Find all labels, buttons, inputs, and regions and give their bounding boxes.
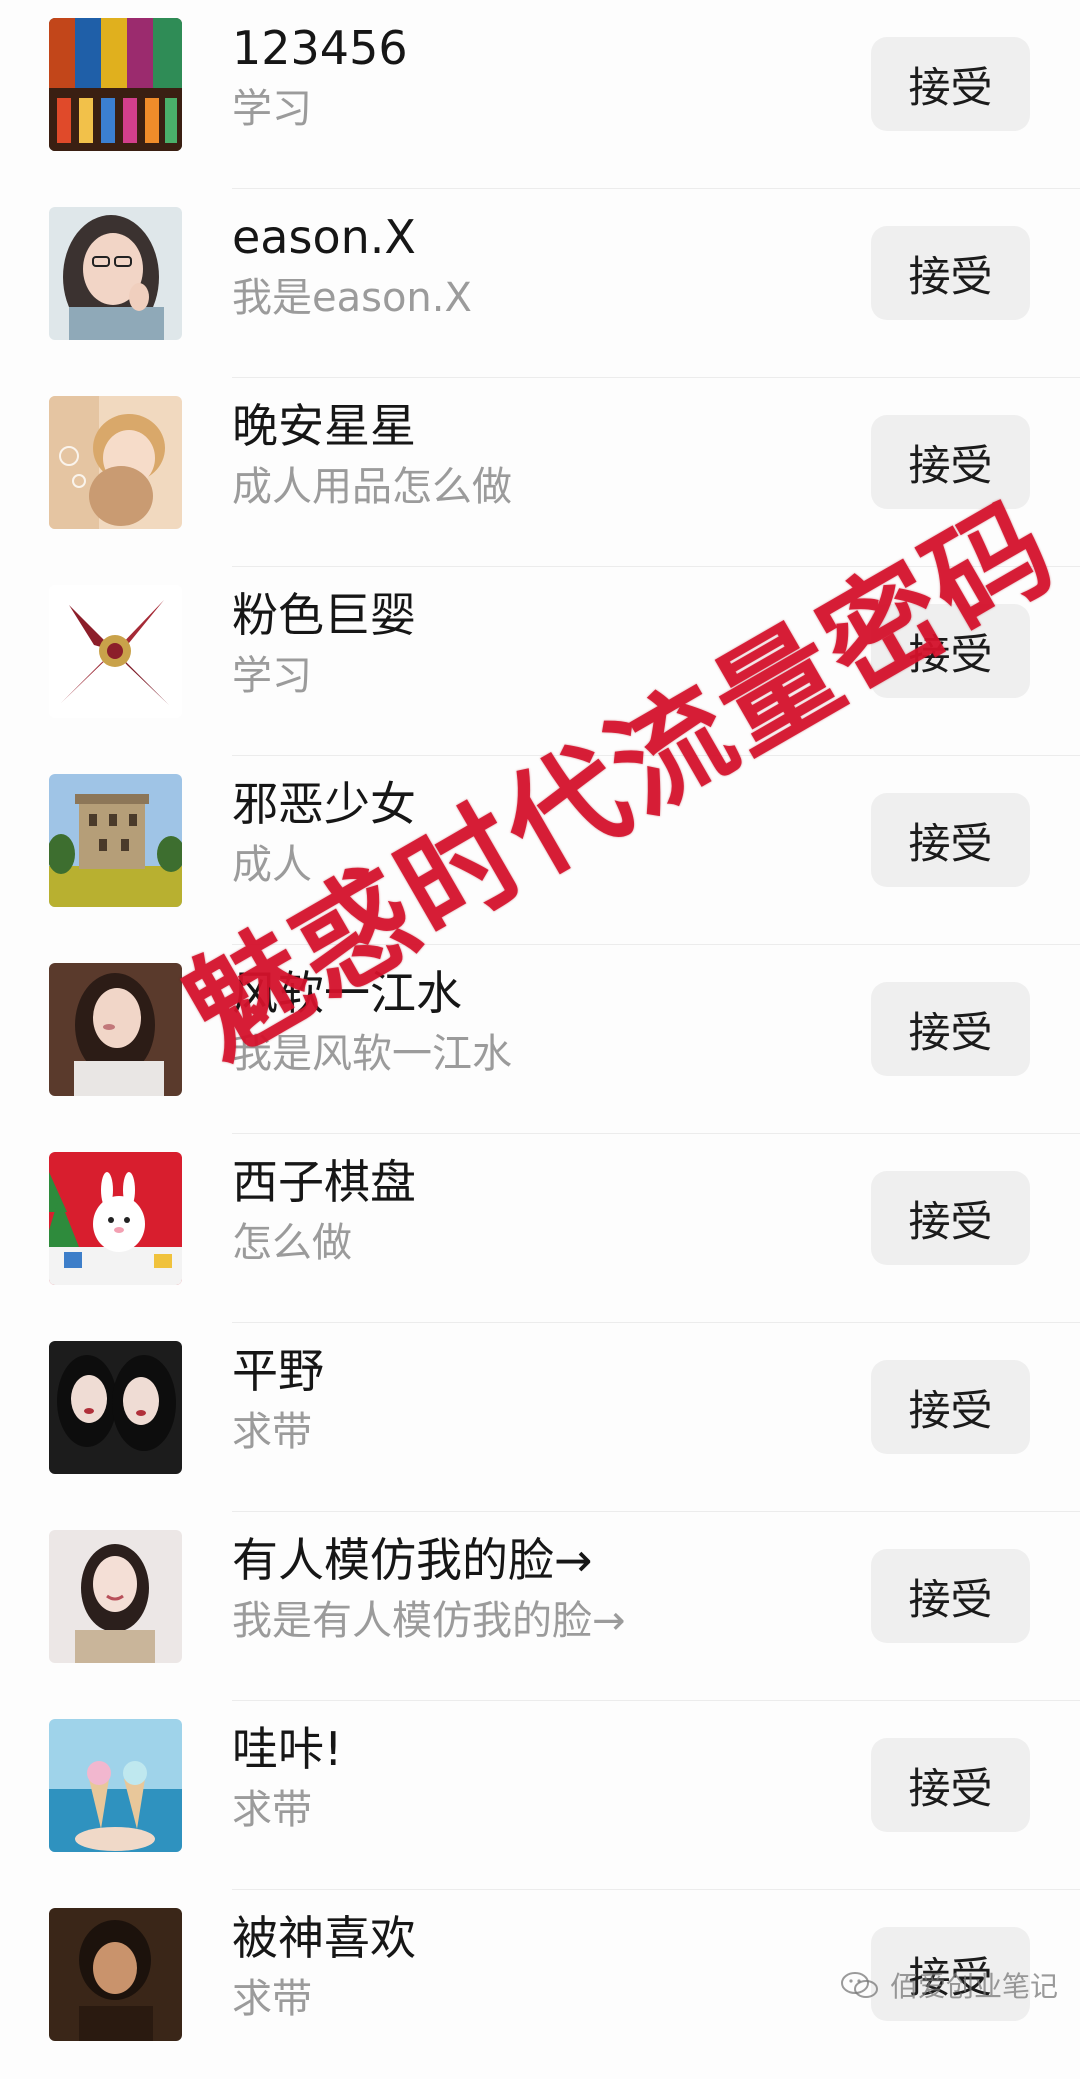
list-item[interactable]: 平野 求带 接受 xyxy=(0,1323,1080,1512)
accept-button[interactable]: 接受 xyxy=(871,1360,1030,1454)
request-name: 被神喜欢 xyxy=(232,1911,416,1965)
request-message: 求带 xyxy=(232,1787,312,1833)
request-name: 西子棋盘 xyxy=(232,1155,416,1209)
request-name: 有人模仿我的脸→ xyxy=(232,1533,593,1587)
two-girls-avatar-image xyxy=(49,1341,182,1474)
request-name: eason.X xyxy=(232,210,416,264)
list-item[interactable]: 哇咔! 求带 接受 xyxy=(0,1701,1080,1890)
list-item[interactable]: 有人模仿我的脸→ 我是有人模仿我的脸→ 接受 xyxy=(0,1512,1080,1701)
request-name: 晚安星星 xyxy=(232,399,416,453)
woman-portrait-avatar[interactable] xyxy=(49,963,182,1096)
girl-glasses-avatar-image xyxy=(49,207,182,340)
tower-field-avatar[interactable] xyxy=(49,774,182,907)
request-name: 粉色巨婴 xyxy=(232,588,416,642)
request-name: 平野 xyxy=(232,1344,324,1398)
two-girls-avatar[interactable] xyxy=(49,1341,182,1474)
list-item[interactable]: 123456 学习 接受 xyxy=(0,0,1080,189)
ice-cream-beach-avatar-image xyxy=(49,1719,182,1852)
dark-portrait-avatar-image xyxy=(49,1908,182,2041)
list-item[interactable]: 风软一江水 我是风软一江水 接受 xyxy=(0,945,1080,1134)
request-name: 123456 xyxy=(232,21,408,75)
christmas-bunny-avatar-image xyxy=(49,1152,182,1285)
accept-button[interactable]: 接受 xyxy=(871,1738,1030,1832)
girl-glasses-avatar[interactable] xyxy=(49,207,182,340)
account-watermark: 佰爱创业笔记 xyxy=(840,1965,1058,2005)
scarf-avatar[interactable] xyxy=(49,585,182,718)
smiling-woman-avatar-image xyxy=(49,1530,182,1663)
watermark-label: 佰爱创业笔记 xyxy=(890,1970,1059,2003)
request-message: 求带 xyxy=(232,1976,312,2022)
list-item[interactable]: 西子棋盘 怎么做 接受 xyxy=(0,1134,1080,1323)
wechat-icon xyxy=(841,1972,878,1998)
request-message: 学习 xyxy=(232,653,312,699)
stained-glass-avatar[interactable] xyxy=(49,18,182,151)
accept-button[interactable]: 接受 xyxy=(871,793,1030,887)
dark-portrait-avatar[interactable] xyxy=(49,1908,182,2041)
request-message: 成人用品怎么做 xyxy=(232,464,512,510)
request-message: 怎么做 xyxy=(232,1220,352,1266)
tower-field-avatar-image xyxy=(49,774,182,907)
stained-glass-avatar-image xyxy=(49,18,182,151)
request-message: 求带 xyxy=(232,1409,312,1455)
smiling-woman-avatar[interactable] xyxy=(49,1530,182,1663)
scarf-avatar-image xyxy=(49,585,182,718)
list-item[interactable]: eason.X 我是eason.X 接受 xyxy=(0,189,1080,378)
request-message: 学习 xyxy=(232,86,312,132)
request-message: 我是eason.X xyxy=(232,275,472,321)
christmas-bunny-avatar[interactable] xyxy=(49,1152,182,1285)
ice-cream-beach-avatar[interactable] xyxy=(49,1719,182,1852)
request-message: 我是有人模仿我的脸→ xyxy=(232,1598,626,1644)
child-bubbles-avatar[interactable] xyxy=(49,396,182,529)
accept-button[interactable]: 接受 xyxy=(871,1171,1030,1265)
accept-button[interactable]: 接受 xyxy=(871,1549,1030,1643)
child-bubbles-avatar-image xyxy=(49,396,182,529)
accept-button[interactable]: 接受 xyxy=(871,982,1030,1076)
request-name: 哇咔! xyxy=(232,1722,343,1776)
accept-button[interactable]: 接受 xyxy=(871,37,1030,131)
accept-button[interactable]: 接受 xyxy=(871,226,1030,320)
woman-portrait-avatar-image xyxy=(49,963,182,1096)
